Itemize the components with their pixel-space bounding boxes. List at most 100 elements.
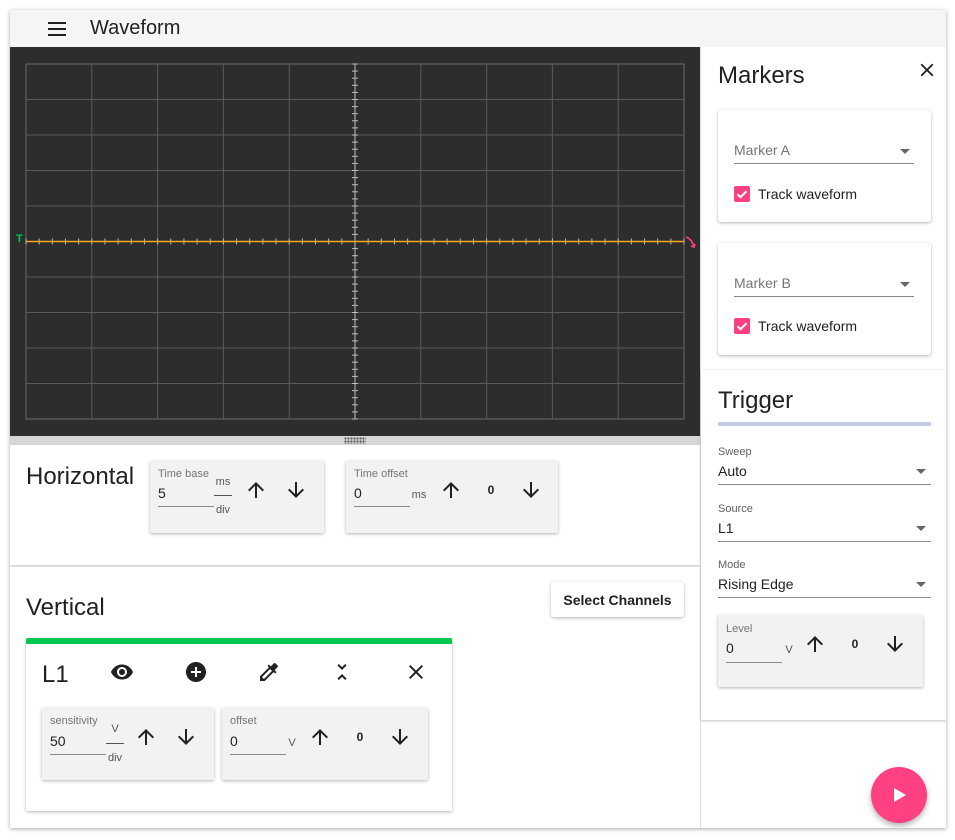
marker-a-track-checkbox[interactable]	[734, 186, 750, 202]
arrow-down-icon	[887, 636, 903, 652]
channel-name: L1	[42, 661, 69, 688]
arrow-down-icon	[178, 729, 194, 745]
level-underline	[726, 662, 782, 663]
scope-resize-handle[interactable]	[10, 436, 700, 445]
level-increase-button[interactable]	[803, 632, 827, 656]
unit-fraction-line	[214, 495, 232, 496]
dropdown-caret-icon[interactable]	[916, 526, 926, 531]
dropdown-caret-icon[interactable]	[916, 469, 926, 474]
trigger-panel: Trigger Sweep Auto Source L1 Mode Rising…	[701, 370, 946, 720]
marker-a-select[interactable]: Marker A	[734, 142, 790, 158]
mode-underline	[718, 597, 931, 598]
close-icon	[920, 63, 934, 77]
scope-grid	[25, 63, 696, 420]
offset-unit: V	[288, 737, 296, 749]
marker-b-select[interactable]: Marker B	[734, 275, 791, 291]
time-offset-label: Time offset	[354, 468, 408, 480]
sensitivity-unit-bottom: div	[107, 752, 123, 764]
dropdown-caret-icon[interactable]	[900, 149, 910, 154]
source-underline	[718, 541, 931, 542]
arrow-down-icon	[288, 482, 304, 498]
trigger-level-label[interactable]: T	[16, 233, 23, 245]
time-base-increase-button[interactable]	[244, 478, 268, 502]
sensitivity-unit-top: V	[111, 723, 119, 735]
right-sidebar: Markers Marker A Track waveform Marker B…	[700, 47, 946, 828]
marker-a-select-underline	[734, 163, 914, 164]
sweep-select[interactable]: Auto	[718, 463, 747, 479]
app-title: Waveform	[90, 17, 181, 39]
collapse-icon	[337, 664, 347, 680]
checkmark-icon	[736, 322, 748, 331]
mode-label: Mode	[718, 559, 746, 571]
unit-fraction-line	[106, 743, 124, 744]
sensitivity-input[interactable]: 50	[50, 733, 66, 749]
marker-b-select-underline	[734, 296, 914, 297]
sensitivity-underline	[50, 754, 106, 755]
horizontal-panel: Horizontal Time base 5 ms div Time offse…	[10, 445, 700, 565]
vertical-panel: Vertical Select Channels L1 sensitivity	[10, 567, 700, 828]
drag-grip-icon[interactable]	[344, 437, 366, 444]
sensitivity-decrease-button[interactable]	[174, 725, 198, 749]
level-decrease-button[interactable]	[883, 632, 907, 656]
oscilloscope-display[interactable]: T	[10, 47, 700, 436]
sensitivity-label: sensitivity	[50, 715, 98, 727]
add-circle-icon	[186, 662, 206, 682]
mode-select[interactable]: Rising Edge	[718, 576, 794, 592]
time-base-input[interactable]: 5	[158, 485, 166, 501]
app-window: Waveform T Horizontal Time base 5 ms div…	[10, 10, 946, 828]
time-offset-input[interactable]: 0	[354, 485, 362, 501]
source-select[interactable]: L1	[718, 520, 734, 536]
time-base-unit-top: ms	[215, 476, 231, 488]
sweep-label: Sweep	[718, 446, 752, 458]
level-label: Level	[726, 623, 753, 635]
select-channels-button[interactable]: Select Channels	[551, 582, 684, 617]
marker-b-track-checkbox[interactable]	[734, 318, 750, 334]
offset-increase-button[interactable]	[308, 725, 332, 749]
trigger-level-control: Level 0 V 0	[718, 615, 923, 687]
eye-icon	[111, 664, 133, 680]
run-button[interactable]	[871, 767, 927, 823]
marker-b-track-label[interactable]: Track waveform	[758, 318, 857, 334]
level-unit: V	[785, 644, 793, 656]
time-base-unit-bottom: div	[215, 504, 231, 516]
time-offset-zero-button[interactable]: 0	[484, 483, 498, 497]
time-offset-increase-button[interactable]	[439, 478, 463, 502]
arrow-up-icon	[443, 482, 459, 498]
offset-decrease-button[interactable]	[388, 725, 412, 749]
close-sidebar-button[interactable]	[916, 59, 938, 81]
sweep-underline	[718, 484, 931, 485]
collapse-button[interactable]	[330, 660, 354, 684]
add-button[interactable]	[184, 660, 208, 684]
arrow-up-icon	[138, 729, 154, 745]
offset-underline	[230, 754, 286, 755]
play-icon	[894, 788, 906, 802]
sensitivity-control: sensitivity 50 V div	[42, 708, 214, 780]
sensitivity-increase-button[interactable]	[134, 725, 158, 749]
close-icon	[409, 665, 423, 679]
menu-icon[interactable]	[48, 22, 68, 36]
marker-a-card: Marker A Track waveform	[718, 110, 931, 222]
arrow-up-icon	[248, 482, 264, 498]
checkmark-icon	[736, 190, 748, 199]
toggle-visibility-button[interactable]	[110, 660, 134, 684]
offset-zero-button[interactable]: 0	[353, 730, 367, 744]
trigger-title-underline	[718, 422, 931, 426]
arrow-up-icon	[807, 636, 823, 652]
time-base-decrease-button[interactable]	[284, 478, 308, 502]
time-offset-underline	[354, 506, 410, 507]
time-offset-unit: ms	[411, 489, 427, 501]
level-input[interactable]: 0	[726, 640, 734, 656]
dropdown-caret-icon[interactable]	[900, 282, 910, 287]
remove-channel-button[interactable]	[404, 660, 428, 684]
vertical-title: Vertical	[26, 594, 105, 621]
level-zero-button[interactable]: 0	[848, 637, 862, 651]
top-bar: Waveform	[10, 10, 946, 47]
arrow-down-icon	[392, 729, 408, 745]
offset-input[interactable]: 0	[230, 733, 238, 749]
time-offset-decrease-button[interactable]	[519, 478, 543, 502]
color-picker-button[interactable]	[257, 660, 281, 684]
markers-title: Markers	[718, 62, 805, 89]
dropdown-caret-icon[interactable]	[916, 582, 926, 587]
marker-a-track-label[interactable]: Track waveform	[758, 186, 857, 202]
trace-end-marker-icon	[685, 236, 696, 249]
